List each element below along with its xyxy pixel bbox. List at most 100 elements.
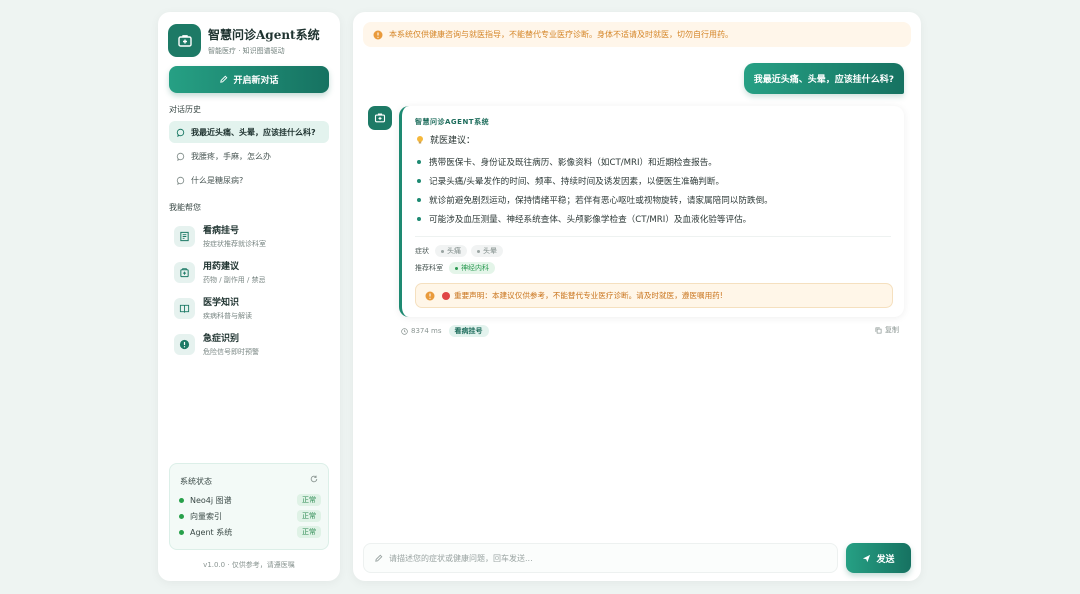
- status-dot: [179, 513, 184, 519]
- medical-kit-icon: [168, 24, 201, 57]
- app-title: 智慧问诊Agent系统: [208, 27, 320, 42]
- advice-bullet: 记录头痛/头晕发作的时间、频率、持续时间及诱发因素，以便医生准确判断。: [417, 175, 724, 187]
- new-chat-button[interactable]: 开启新对话: [169, 66, 329, 93]
- advice-text: 可能涉及血压测量、神经系统查体、头颅影像学检查（CT/MRI）及血液化验等评估。: [429, 215, 752, 225]
- advice-heading: 就医建议：: [415, 133, 475, 146]
- history-item-label: 我腰疼，手麻，怎么办: [191, 151, 271, 161]
- advice-bullet: 可能涉及血压测量、神经系统查体、头颅影像学检查（CT/MRI）及血液化验等评估。: [417, 213, 751, 225]
- symptom-label: 症状: [415, 247, 429, 255]
- help-item-title: 医学知识: [203, 298, 240, 308]
- advice-bullet: 携带医保卡、身份证及既往病历、影像资料（如CT/MRI）和近期检查报告。: [417, 156, 717, 168]
- status-dot: [179, 529, 184, 535]
- status-dot: [179, 497, 184, 503]
- help-title: 我能帮您: [169, 203, 201, 212]
- help-item-title: 急症识别: [203, 334, 240, 344]
- help-item-knowledge[interactable]: 医学知识 疾病科普与解读: [174, 295, 252, 321]
- status-name: Neo4j 图谱: [190, 495, 232, 505]
- message-input-box[interactable]: [363, 543, 838, 573]
- advice-title: 就医建议：: [430, 136, 476, 146]
- bot-message-card: 智慧问诊AGENT系统 就医建议： 携带医保卡、身份证及既往病历、影像资料（如C…: [399, 106, 904, 317]
- clock-icon: [401, 327, 408, 335]
- user-message: 我最近头痛、头晕，应该挂什么科?: [743, 63, 904, 94]
- chat-bubble-icon: [176, 176, 185, 185]
- message-input[interactable]: [389, 553, 837, 563]
- response-time-text: 8374 ms: [411, 327, 442, 335]
- send-label: 发送: [876, 554, 895, 565]
- copy-label: 复制: [885, 326, 899, 334]
- history-item-label: 我最近头痛、头晕，应该挂什么科?: [191, 127, 316, 137]
- brand: 智慧问诊Agent系统 智能医疗 · 知识图谱驱动: [168, 24, 320, 57]
- advice-bullet: 就诊前避免剧烈运动，保持情绪平稳；若伴有恶心呕吐或视物旋转，请家属陪同以防跌倒。: [417, 194, 773, 206]
- bullet-dot: [417, 198, 421, 202]
- history-title: 对话历史: [169, 105, 201, 114]
- help-item-emergency[interactable]: 急症识别 危险信号即时预警: [174, 331, 259, 357]
- new-chat-label: 开启新对话: [233, 76, 279, 86]
- refresh-icon[interactable]: [310, 475, 318, 486]
- medical-kit-icon: [374, 113, 386, 123]
- symptom-chip: 头晕: [471, 245, 503, 257]
- status-title: 系统状态: [180, 477, 212, 486]
- hospital-icon: [174, 225, 195, 247]
- warning-icon: [373, 30, 383, 39]
- bullet-dot: [417, 179, 421, 183]
- help-item-desc: 按症状推荐就诊科室: [203, 240, 266, 248]
- sidebar: 智慧问诊Agent系统 智能医疗 · 知识图谱驱动 开启新对话 对话历史 我最近…: [158, 12, 340, 581]
- status-row: Agent 系统 正常: [179, 526, 321, 538]
- divider: [415, 236, 891, 237]
- notice-text: 本系统仅供健康咨询与就医指导，不能替代专业医疗诊断。身体不适请及时就医，切勿自行…: [389, 30, 733, 39]
- help-item-desc: 药物 / 副作用 / 禁忌: [203, 276, 266, 284]
- warning-icon: [425, 291, 435, 300]
- send-icon: [863, 554, 871, 562]
- history-item[interactable]: 我腰疼，手麻，怎么办: [169, 145, 329, 167]
- help-item-title: 看病挂号: [203, 226, 240, 236]
- bot-avatar: [368, 106, 392, 130]
- lightbulb-icon: [417, 135, 423, 143]
- pencil-icon: [220, 75, 228, 83]
- disclaimer-box: 重要声明：本建议仅供参考，不能替代专业医疗诊断。请及时就医，遵医嘱用药!: [415, 283, 893, 308]
- app-subtitle: 智能医疗 · 知识图谱驱动: [208, 46, 285, 55]
- disclaimer-text: 重要声明：本建议仅供参考，不能替代专业医疗诊断。请及时就医，遵医嘱用药!: [454, 291, 723, 300]
- bullet-dot: [417, 217, 421, 221]
- alert-icon: [174, 333, 195, 355]
- chat-bubble-icon: [176, 128, 185, 137]
- bot-name: 智慧问诊AGENT系统: [415, 118, 490, 126]
- status-row: 向量索引 正常: [179, 510, 321, 522]
- department-chip: 神经内科: [449, 262, 495, 274]
- status-badge: 正常: [297, 526, 321, 538]
- intent-tag: 看病挂号: [448, 325, 489, 337]
- help-item-desc: 疾病科普与解读: [203, 312, 252, 320]
- status-row: Neo4j 图谱 正常: [179, 494, 321, 506]
- history-item[interactable]: 我最近头痛、头晕，应该挂什么科?: [169, 121, 329, 143]
- red-alert-icon: [442, 291, 450, 300]
- message-meta: 8374 ms 看病挂号: [401, 325, 489, 337]
- department-label: 推荐科室: [415, 264, 443, 272]
- help-item-registration[interactable]: 看病挂号 按症状推荐就诊科室: [174, 223, 266, 249]
- chat-panel: 本系统仅供健康咨询与就医指导，不能替代专业医疗诊断。身体不适请及时就医，切勿自行…: [353, 12, 921, 581]
- notice-banner: 本系统仅供健康咨询与就医指导，不能替代专业医疗诊断。身体不适请及时就医，切勿自行…: [363, 22, 911, 47]
- symptom-chip: 头痛: [435, 245, 467, 257]
- history-item[interactable]: 什么是糖尿病?: [169, 169, 329, 191]
- book-icon: [174, 297, 195, 319]
- version-footer: v1.0.0 · 仅供参考，请遵医嘱: [203, 561, 295, 569]
- advice-text: 就诊前避免剧烈运动，保持情绪平稳；若伴有恶心呕吐或视物旋转，请家属陪同以防跌倒。: [429, 196, 773, 206]
- advice-text: 记录头痛/头晕发作的时间、频率、持续时间及诱发因素，以便医生准确判断。: [429, 177, 725, 187]
- copy-icon: [875, 327, 882, 333]
- help-item-title: 用药建议: [203, 262, 240, 272]
- response-time: 8374 ms: [401, 327, 442, 335]
- medicine-icon: [174, 261, 195, 283]
- bullet-dot: [417, 160, 421, 164]
- send-button[interactable]: 发送: [846, 543, 911, 573]
- chat-bubble-icon: [176, 152, 185, 161]
- symptom-row: 症状 头痛 头晕: [415, 245, 507, 257]
- copy-button[interactable]: 复制: [875, 325, 899, 335]
- status-name: Agent 系统: [190, 527, 233, 537]
- department-row: 推荐科室 神经内科: [415, 262, 499, 274]
- status-badge: 正常: [297, 494, 321, 506]
- pencil-icon: [375, 554, 383, 562]
- status-name: 向量索引: [190, 511, 222, 521]
- status-badge: 正常: [297, 510, 321, 522]
- advice-text: 携带医保卡、身份证及既往病历、影像资料（如CT/MRI）和近期检查报告。: [429, 158, 717, 168]
- help-item-desc: 危险信号即时预警: [203, 348, 259, 356]
- help-item-medication[interactable]: 用药建议 药物 / 副作用 / 禁忌: [174, 259, 266, 285]
- system-status-panel: 系统状态 Neo4j 图谱 正常 向量索引 正常 Agent 系统 正常: [169, 463, 329, 550]
